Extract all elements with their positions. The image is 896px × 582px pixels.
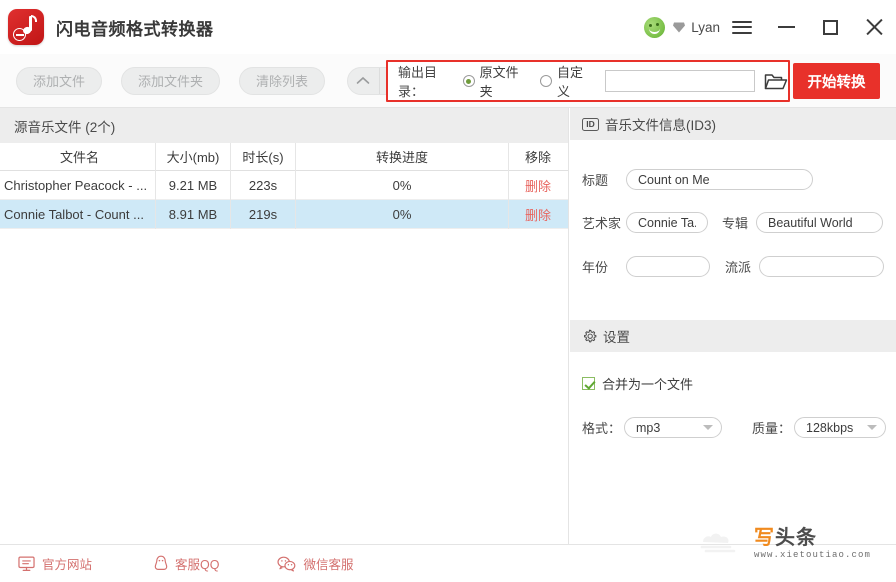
id3-title-row: 标题 xyxy=(570,169,896,190)
id3-badge-icon: ID xyxy=(582,118,599,131)
official-website-link[interactable]: 官方网站 xyxy=(18,554,92,573)
column-header-remove: 移除 xyxy=(509,143,567,171)
quality-label: 质量： xyxy=(752,418,791,437)
cell-size: 8.91 MB xyxy=(156,200,231,229)
official-website-label: 官方网站 xyxy=(42,554,92,573)
radio-custom-folder-label: 自定义 xyxy=(557,62,593,100)
delete-row-link[interactable]: 删除 xyxy=(525,205,551,224)
wechat-avatar-icon[interactable] xyxy=(644,17,665,38)
cell-size: 9.21 MB xyxy=(156,171,231,200)
table-row[interactable]: Connie Talbot - Count ... 8.91 MB 219s 0… xyxy=(0,200,568,229)
id3-artist-label: 艺术家 xyxy=(582,213,626,232)
merge-files-label: 合并为一个文件 xyxy=(602,374,693,393)
id3-title-input[interactable] xyxy=(626,169,813,190)
table-row[interactable]: Christopher Peacock - ... 9.21 MB 223s 0… xyxy=(0,171,568,200)
output-directory-label: 输出目录： xyxy=(398,62,460,100)
wechat-support-label: 微信客服 xyxy=(303,554,353,573)
minimize-icon[interactable] xyxy=(764,0,808,54)
cell-remove: 删除 xyxy=(509,171,567,200)
add-file-button[interactable]: 添加文件 xyxy=(16,67,102,95)
chevron-down-icon xyxy=(703,425,713,430)
info-settings-panel: ID 音乐文件信息(ID3) 标题 艺术家 专辑 年份 流派 xyxy=(570,108,896,544)
delete-row-link[interactable]: 删除 xyxy=(525,176,551,195)
id3-section-header: ID 音乐文件信息(ID3) xyxy=(570,108,896,140)
id3-genre-label: 流派 xyxy=(725,257,751,276)
column-header-filename: 文件名 xyxy=(0,143,156,171)
radio-original-folder-dot xyxy=(463,75,475,87)
qq-penguin-icon xyxy=(154,555,168,572)
app-window: 闪电音频格式转换器 Lyan xyxy=(0,0,896,582)
qq-support-link[interactable]: 客服QQ xyxy=(154,554,219,573)
cell-remove: 删除 xyxy=(509,200,567,229)
radio-original-folder[interactable]: 原文件夹 xyxy=(463,62,528,100)
id3-artist-input[interactable] xyxy=(626,212,708,233)
format-quality-row: 格式： mp3 质量： 128kbps xyxy=(570,417,896,438)
cell-filename: Connie Talbot - Count ... xyxy=(0,200,156,229)
settings-section-header: 设置 xyxy=(570,320,896,352)
format-select[interactable]: mp3 xyxy=(624,417,722,438)
id3-year-label: 年份 xyxy=(582,257,626,276)
wechat-support-link[interactable]: 微信客服 xyxy=(277,554,353,573)
monitor-icon xyxy=(18,556,35,572)
maximize-icon[interactable] xyxy=(808,0,852,54)
column-header-duration: 时长(s) xyxy=(231,143,296,171)
clear-list-button[interactable]: 清除列表 xyxy=(239,67,325,95)
gear-icon xyxy=(582,329,597,344)
radio-custom-folder-dot xyxy=(540,75,552,87)
id3-title-label: 标题 xyxy=(582,170,626,189)
hamburger-menu-icon[interactable] xyxy=(720,0,764,54)
user-name-label[interactable]: Lyan xyxy=(691,20,720,35)
id3-album-input[interactable] xyxy=(756,212,883,233)
add-folder-button[interactable]: 添加文件夹 xyxy=(121,67,220,95)
radio-custom-folder[interactable]: 自定义 xyxy=(540,62,593,100)
id3-year-genre-row: 年份 流派 xyxy=(570,256,896,277)
cell-progress: 0% xyxy=(296,171,509,200)
id3-artist-album-row: 艺术家 专辑 xyxy=(570,212,896,233)
close-icon[interactable] xyxy=(852,0,896,54)
quality-select-value: 128kbps xyxy=(806,421,859,435)
quality-select[interactable]: 128kbps xyxy=(794,417,886,438)
column-header-progress: 转换进度 xyxy=(296,143,509,171)
vip-diamond-icon xyxy=(672,21,686,34)
output-path-input[interactable] xyxy=(605,70,755,92)
qq-support-label: 客服QQ xyxy=(175,554,219,573)
cell-progress: 0% xyxy=(296,200,509,229)
output-directory-group: 输出目录： 原文件夹 自定义 xyxy=(386,60,790,102)
merge-files-checkbox[interactable] xyxy=(582,377,595,390)
file-list-header-row: 文件名 大小(mb) 时长(s) 转换进度 移除 xyxy=(0,143,568,171)
start-convert-button[interactable]: 开始转换 xyxy=(793,63,880,99)
music-note-logo-icon xyxy=(8,9,44,45)
file-list-section-title: 源音乐文件 (2个) xyxy=(0,108,568,143)
id3-section-title: 音乐文件信息(ID3) xyxy=(605,114,716,134)
id3-year-input[interactable] xyxy=(626,256,710,277)
chevron-up-icon[interactable] xyxy=(348,68,379,94)
cell-duration: 219s xyxy=(231,200,296,229)
id3-album-label: 专辑 xyxy=(722,213,748,232)
page-title: 闪电音频格式转换器 xyxy=(56,15,214,40)
settings-section-title: 设置 xyxy=(603,326,630,346)
file-list-panel: 源音乐文件 (2个) 文件名 大小(mb) 时长(s) 转换进度 移除 Chri… xyxy=(0,108,569,544)
cell-duration: 223s xyxy=(231,171,296,200)
footer-bar: 官方网站 客服QQ xyxy=(0,544,896,582)
format-label: 格式： xyxy=(582,418,621,437)
title-bar: 闪电音频格式转换器 Lyan xyxy=(0,0,896,54)
wechat-icon xyxy=(277,556,296,572)
merge-option-row: 合并为一个文件 xyxy=(570,374,896,393)
id3-genre-input[interactable] xyxy=(759,256,884,277)
format-select-value: mp3 xyxy=(636,421,695,435)
chevron-down-icon xyxy=(867,425,877,430)
titlebar-right-group: Lyan xyxy=(644,0,896,54)
radio-original-folder-label: 原文件夹 xyxy=(480,62,528,100)
column-header-size: 大小(mb) xyxy=(156,143,231,171)
cell-filename: Christopher Peacock - ... xyxy=(0,171,156,200)
folder-open-icon[interactable] xyxy=(764,72,788,91)
